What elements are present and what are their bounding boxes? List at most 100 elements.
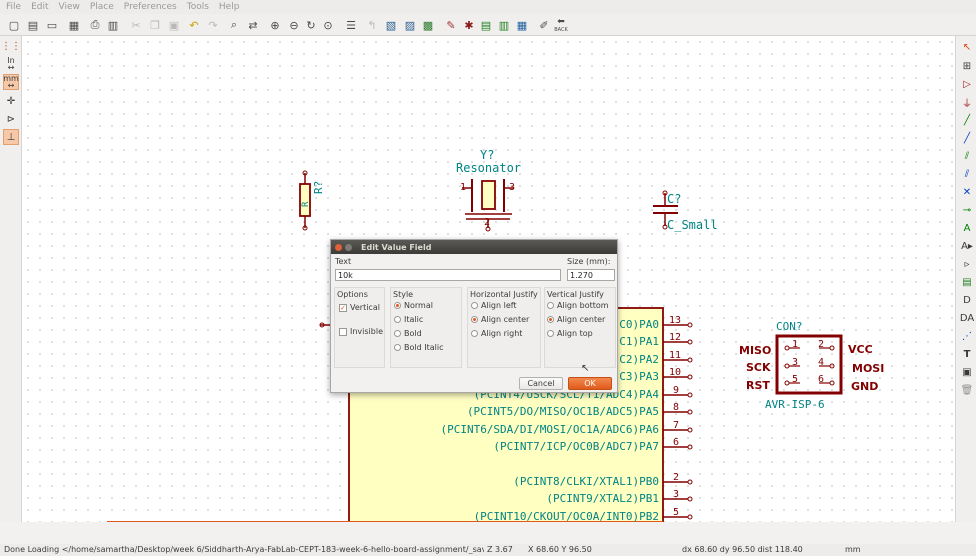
style-normal-radio[interactable]: Normal	[394, 301, 433, 310]
checkbox-box	[339, 327, 347, 336]
text-input[interactable]	[335, 269, 561, 281]
print-icon[interactable]: ⎙	[87, 17, 103, 33]
find-icon[interactable]: ⌕	[226, 17, 242, 33]
leave-sheet-icon[interactable]: ↰	[364, 17, 380, 33]
annotate-icon[interactable]: ✎	[443, 17, 459, 33]
place-power-icon[interactable]: ⏚	[959, 94, 975, 110]
erc-icon[interactable]: ✱	[461, 17, 477, 33]
menu-tools[interactable]: Tools	[187, 2, 209, 12]
vjustify-center-radio[interactable]: Align center	[547, 315, 605, 324]
radio-dot	[394, 302, 401, 309]
vertical-checkbox[interactable]: ✓ Vertical	[339, 303, 380, 312]
resonator-pin2: 2	[484, 217, 491, 228]
global-label-icon[interactable]: A▸	[959, 238, 975, 254]
hier-pin-icon[interactable]: DA	[959, 310, 975, 326]
invisible-checkbox[interactable]: Invisible	[339, 327, 383, 336]
save-icon[interactable]: ▭	[44, 17, 60, 33]
close-icon[interactable]	[335, 243, 342, 251]
image-icon[interactable]: ▣	[959, 364, 975, 380]
zoom-fit-icon[interactable]: ⊙	[320, 17, 336, 33]
connector-symbol[interactable]	[775, 334, 843, 395]
grid-toggle-icon[interactable]: ⋮⋮	[1, 38, 21, 54]
redo-icon[interactable]: ↷	[205, 17, 221, 33]
ic-pin-label: (PCINT5/DO/MISO/OC1B/ADC5)PA5	[466, 405, 659, 418]
text-icon[interactable]: T	[959, 346, 975, 362]
paste-icon[interactable]: ▣	[166, 17, 182, 33]
resonator-ref[interactable]: Y?	[480, 148, 494, 162]
library-editor-icon[interactable]: ▧	[383, 17, 399, 33]
back-button[interactable]: ⬅ BACK	[552, 17, 570, 33]
undo-icon[interactable]: ↶	[186, 17, 202, 33]
cvpcb-icon[interactable]: ▦	[514, 17, 530, 33]
resistor-symbol[interactable]	[299, 170, 311, 231]
style-bold-italic-radio[interactable]: Bold Italic	[394, 343, 443, 352]
connector-ref[interactable]: CON?	[776, 320, 803, 333]
select-arrow-icon[interactable]: ↖	[959, 39, 975, 55]
vjustify-group	[544, 287, 616, 368]
menu-place[interactable]: Place	[90, 2, 114, 12]
units-inch-button[interactable]: In ↔	[3, 56, 19, 72]
graphic-line-icon[interactable]: ⋰	[959, 328, 975, 344]
cursor-shape-icon[interactable]: ✛	[3, 93, 19, 109]
module-editor-icon[interactable]: ▩	[420, 17, 436, 33]
vjustify-bottom-radio[interactable]: Align bottom	[547, 301, 609, 310]
hier-label-icon[interactable]: ▹	[959, 256, 975, 272]
bus-bus-entry-icon[interactable]: ⫽	[959, 166, 975, 182]
ok-button[interactable]: OK	[568, 377, 612, 390]
highlight-net-icon[interactable]: ⊞	[959, 58, 975, 74]
cut-icon[interactable]: ✂	[128, 17, 144, 33]
no-connect-icon[interactable]: ✕	[959, 184, 975, 200]
hjustify-center-radio[interactable]: Align center	[471, 315, 529, 324]
menu-file[interactable]: File	[6, 2, 21, 12]
menu-preferences[interactable]: Preferences	[124, 2, 177, 12]
style-bold-radio[interactable]: Bold	[394, 329, 422, 338]
plot-icon[interactable]: ▥	[105, 17, 121, 33]
open-icon[interactable]: ▤	[25, 17, 41, 33]
ic-pin-label: (PCINT7/ICP/OC0B/ADC7)PA7	[493, 440, 659, 453]
menu-view[interactable]: View	[59, 2, 80, 12]
page-settings-icon[interactable]: ▦	[66, 17, 82, 33]
wire-bus-entry-icon[interactable]: ⫽	[959, 148, 975, 164]
resistor-value[interactable]: R	[301, 202, 311, 207]
capacitor-ref[interactable]: C?	[667, 192, 681, 206]
netlist-icon[interactable]: ▤	[478, 17, 494, 33]
hier-sheet-icon[interactable]: ▤	[959, 274, 975, 290]
menu-edit[interactable]: Edit	[31, 2, 48, 12]
new-icon[interactable]: ▢	[6, 17, 22, 33]
place-component-icon[interactable]: ▷	[959, 76, 975, 92]
zoom-out-icon[interactable]: ⊖	[286, 17, 302, 33]
find-replace-icon[interactable]: ⇄	[245, 17, 261, 33]
ic-pin-number: 11	[669, 350, 682, 361]
ic-pin-number: 9	[673, 385, 680, 396]
resonator-value[interactable]: Resonator	[456, 161, 521, 175]
import-footprint-icon[interactable]: ✐	[536, 17, 552, 33]
menu-bar: File Edit View Place Preferences Tools H…	[0, 0, 976, 14]
vjustify-top-radio[interactable]: Align top	[547, 329, 593, 338]
bom-icon[interactable]: ▥	[496, 17, 512, 33]
library-browser-icon[interactable]: ▨	[402, 17, 418, 33]
redraw-icon[interactable]: ↻	[303, 17, 319, 33]
place-wire-icon[interactable]: ╱	[959, 112, 975, 128]
hjustify-left-radio[interactable]: Align left	[471, 301, 517, 310]
delete-icon[interactable]: 🗑	[959, 382, 975, 398]
size-input[interactable]	[567, 269, 615, 281]
capacitor-value[interactable]: C_Small	[667, 218, 718, 232]
resonator-pin3: 3	[509, 182, 516, 193]
place-bus-icon[interactable]: ╱	[959, 130, 975, 146]
hjustify-right-radio[interactable]: Align right	[471, 329, 522, 338]
hidden-pins-icon[interactable]: ⊳	[3, 111, 19, 127]
copy-icon[interactable]: ❐	[147, 17, 163, 33]
cancel-button[interactable]: Cancel	[519, 377, 563, 390]
zoom-in-icon[interactable]: ⊕	[267, 17, 283, 33]
import-hier-label-icon[interactable]: D	[959, 292, 975, 308]
units-mm-button[interactable]: mm ↔	[3, 74, 19, 90]
resistor-ref[interactable]: R?	[312, 181, 325, 194]
menu-help[interactable]: Help	[219, 2, 240, 12]
horiz-vert-wire-icon[interactable]: ⊥	[3, 129, 19, 145]
style-italic-radio[interactable]: Italic	[394, 315, 423, 324]
net-label-icon[interactable]: A	[959, 220, 975, 236]
hierarchy-icon[interactable]: ☰	[343, 17, 359, 33]
connector-value[interactable]: AVR-ISP-6	[765, 398, 825, 411]
junction-icon[interactable]: ⊸	[959, 202, 975, 218]
minimize-icon[interactable]	[345, 243, 352, 251]
